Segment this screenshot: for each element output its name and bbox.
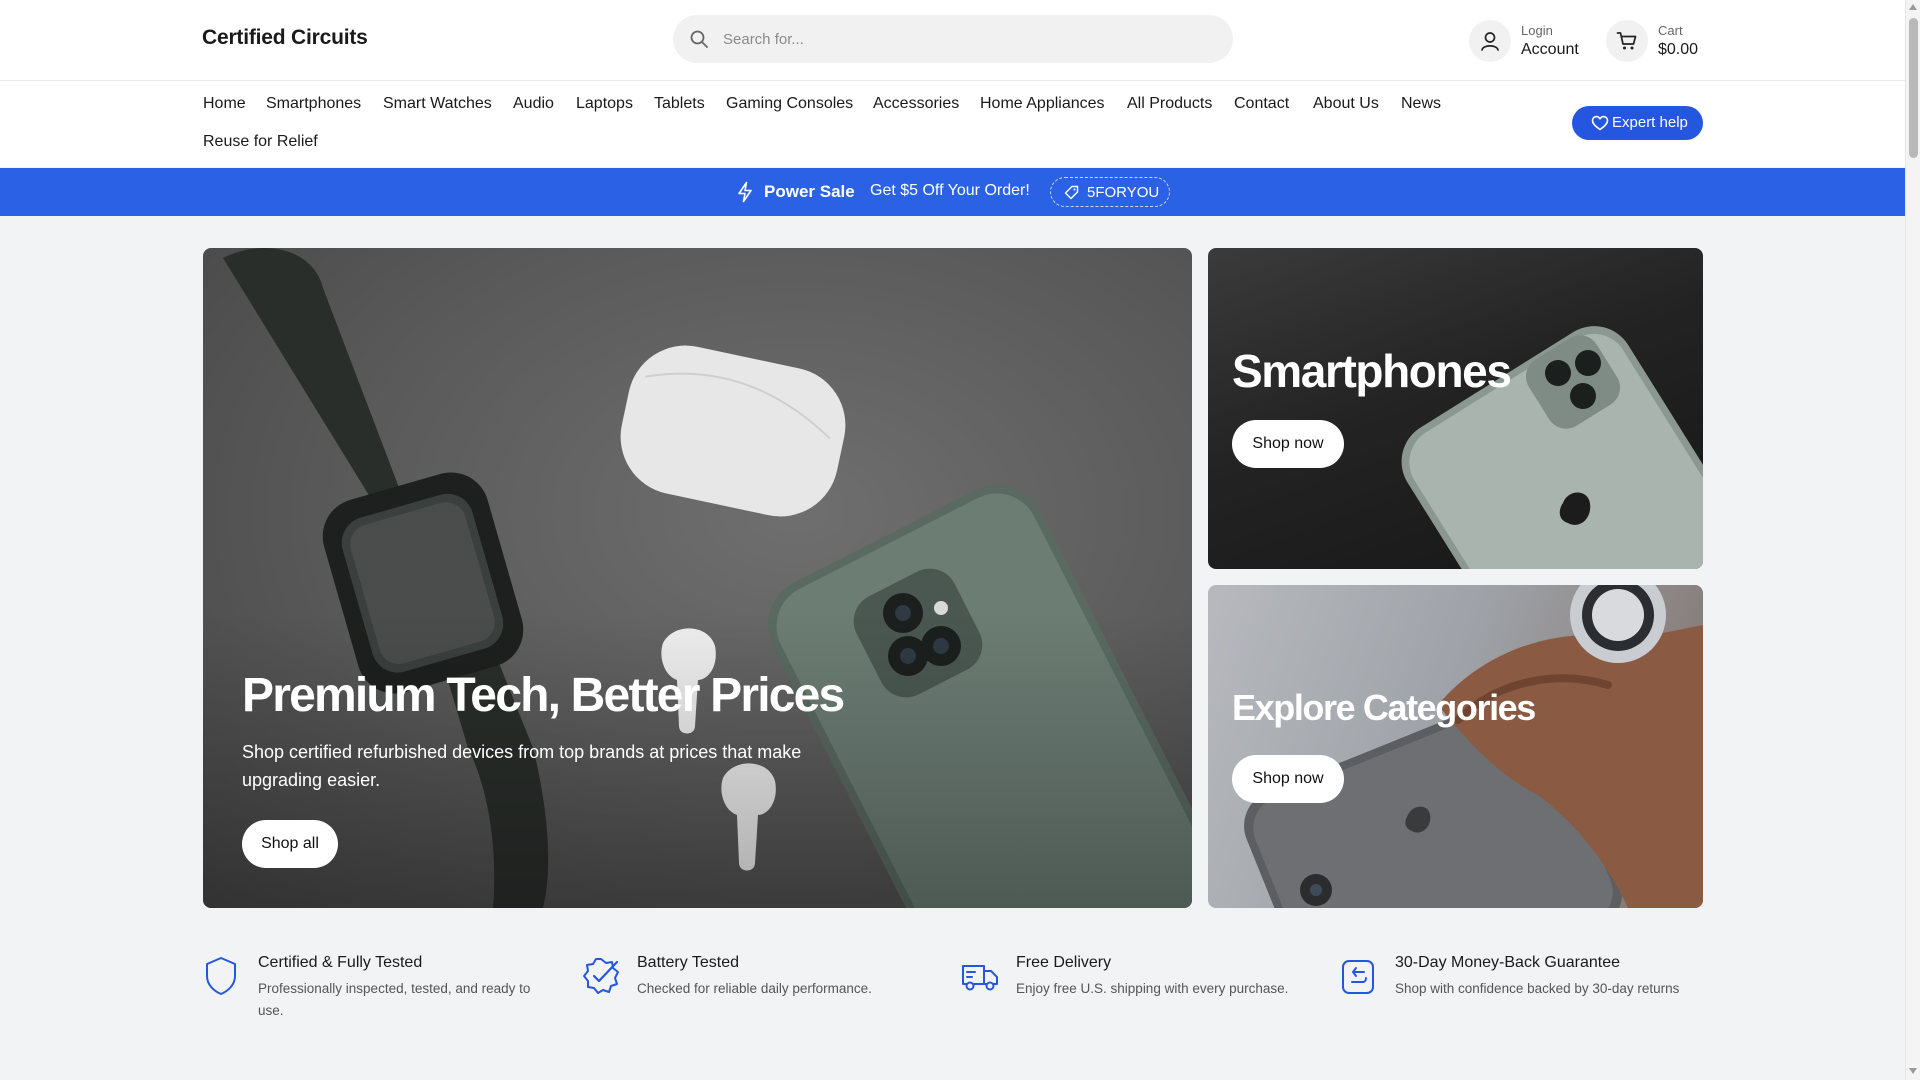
- hero-title: Premium Tech, Better Prices: [242, 669, 845, 722]
- smartphones-tile-title: Smartphones: [1232, 345, 1512, 397]
- lightning-icon: [738, 181, 752, 203]
- nav-item-gaming-consoles[interactable]: Gaming Consoles: [726, 95, 853, 113]
- search-icon: [690, 30, 708, 48]
- nav-item-accessories[interactable]: Accessories: [873, 95, 959, 113]
- feature-description: Checked for reliable daily performance.: [637, 981, 872, 996]
- nav-item-tablets[interactable]: Tablets: [654, 95, 705, 113]
- feature-title: 30-Day Money-Back Guarantee: [1395, 954, 1620, 971]
- explore-categories-title: Explore Categories: [1232, 687, 1536, 728]
- hero-subtitle: Shop certified refurbished devices from …: [242, 742, 802, 790]
- feature-title: Certified & Fully Tested: [258, 954, 423, 971]
- nav-item-smart-watches[interactable]: Smart Watches: [383, 95, 492, 113]
- badge-check-icon: [583, 958, 619, 994]
- feature-description: Professionally inspected, tested, and re…: [258, 981, 531, 1018]
- promo-title: Power Sale: [764, 182, 855, 201]
- feature-description: Enjoy free U.S. shipping with every purc…: [1016, 981, 1289, 996]
- nav-item-smartphones[interactable]: Smartphones: [266, 95, 361, 113]
- smartphones-shop-now-label: Shop now: [1252, 435, 1324, 452]
- promo-text: Get $5 Off Your Order!: [870, 182, 1030, 199]
- expert-help-label: Expert help: [1612, 114, 1688, 131]
- nav-item-laptops[interactable]: Laptops: [576, 95, 633, 113]
- shop-all-button[interactable]: Shop all: [242, 820, 338, 868]
- account-button[interactable]: Login Account: [1469, 20, 1589, 62]
- site-logo[interactable]: Certified Circuits: [202, 26, 368, 50]
- hero-overlay: [203, 248, 1192, 908]
- categories-shop-now-button[interactable]: Shop now: [1232, 755, 1344, 803]
- expert-help-button[interactable]: Expert help: [1572, 106, 1703, 140]
- categories-image: [1244, 585, 1703, 908]
- nav-item-about-us[interactable]: About Us: [1313, 95, 1379, 113]
- account-icon-wrap: [1469, 20, 1511, 62]
- scroll-up-arrow-icon[interactable]: [1909, 4, 1917, 10]
- smartphones-shop-now-button[interactable]: Shop now: [1232, 420, 1344, 468]
- main-nav: Home Smartphones Smart Watches Audio Lap…: [0, 81, 1905, 167]
- scroll-down-arrow-icon[interactable]: [1909, 1068, 1917, 1074]
- explore-categories-tile[interactable]: Explore Categories Shop now: [1208, 585, 1703, 908]
- nav-item-news[interactable]: News: [1401, 95, 1441, 113]
- page-scrollbar[interactable]: [1905, 0, 1920, 1080]
- nav-item-reuse-for-relief[interactable]: Reuse for Relief: [203, 133, 318, 151]
- nav-item-home-appliances[interactable]: Home Appliances: [980, 95, 1105, 113]
- user-icon: [1481, 32, 1499, 51]
- categories-shop-now-label: Shop now: [1252, 770, 1324, 787]
- promo-code: 5FORYOU: [1087, 184, 1160, 201]
- search-input[interactable]: [715, 15, 1231, 63]
- search-bar[interactable]: [673, 15, 1233, 63]
- cart-total: $0.00: [1658, 41, 1699, 58]
- nav-item-audio[interactable]: Audio: [513, 95, 554, 113]
- scrollbar-thumb[interactable]: [1909, 18, 1918, 158]
- shield-icon: [206, 957, 236, 995]
- feature-title: Free Delivery: [1016, 954, 1112, 971]
- tag-icon: [1064, 185, 1079, 200]
- features-row: Certified & Fully Tested Professionally …: [203, 952, 1705, 1032]
- nav-item-all-products[interactable]: All Products: [1127, 95, 1212, 113]
- account-label: Account: [1521, 41, 1579, 58]
- promo-code-chip[interactable]: 5FORYOU: [1050, 177, 1170, 207]
- return-icon: [1342, 960, 1374, 994]
- promo-banner: Power Sale Get $5 Off Your Order! 5FORYO…: [0, 168, 1905, 216]
- nav-item-contact[interactable]: Contact: [1234, 95, 1289, 113]
- cart-label: Cart: [1658, 23, 1683, 38]
- nav-item-home[interactable]: Home: [203, 95, 246, 113]
- feature-title: Battery Tested: [637, 954, 739, 971]
- hero-banner: Premium Tech, Better Prices Shop certifi…: [203, 248, 1192, 908]
- cart-button[interactable]: Cart $0.00: [1606, 20, 1706, 62]
- smartphone-image: [1401, 326, 1703, 569]
- feature-description: Shop with confidence backed by 30-day re…: [1395, 981, 1680, 996]
- smartphones-tile[interactable]: Smartphones Shop now: [1208, 248, 1703, 569]
- truck-icon: [962, 965, 998, 991]
- cart-icon: [1616, 32, 1637, 50]
- site-header: Certified Circuits Login Account: [0, 0, 1905, 81]
- shop-all-label: Shop all: [261, 835, 319, 852]
- cart-icon-wrap: [1606, 20, 1648, 62]
- heart-icon: [1591, 115, 1609, 131]
- account-login-label: Login: [1521, 23, 1553, 38]
- page: Certified Circuits Login Account: [0, 0, 1905, 1080]
